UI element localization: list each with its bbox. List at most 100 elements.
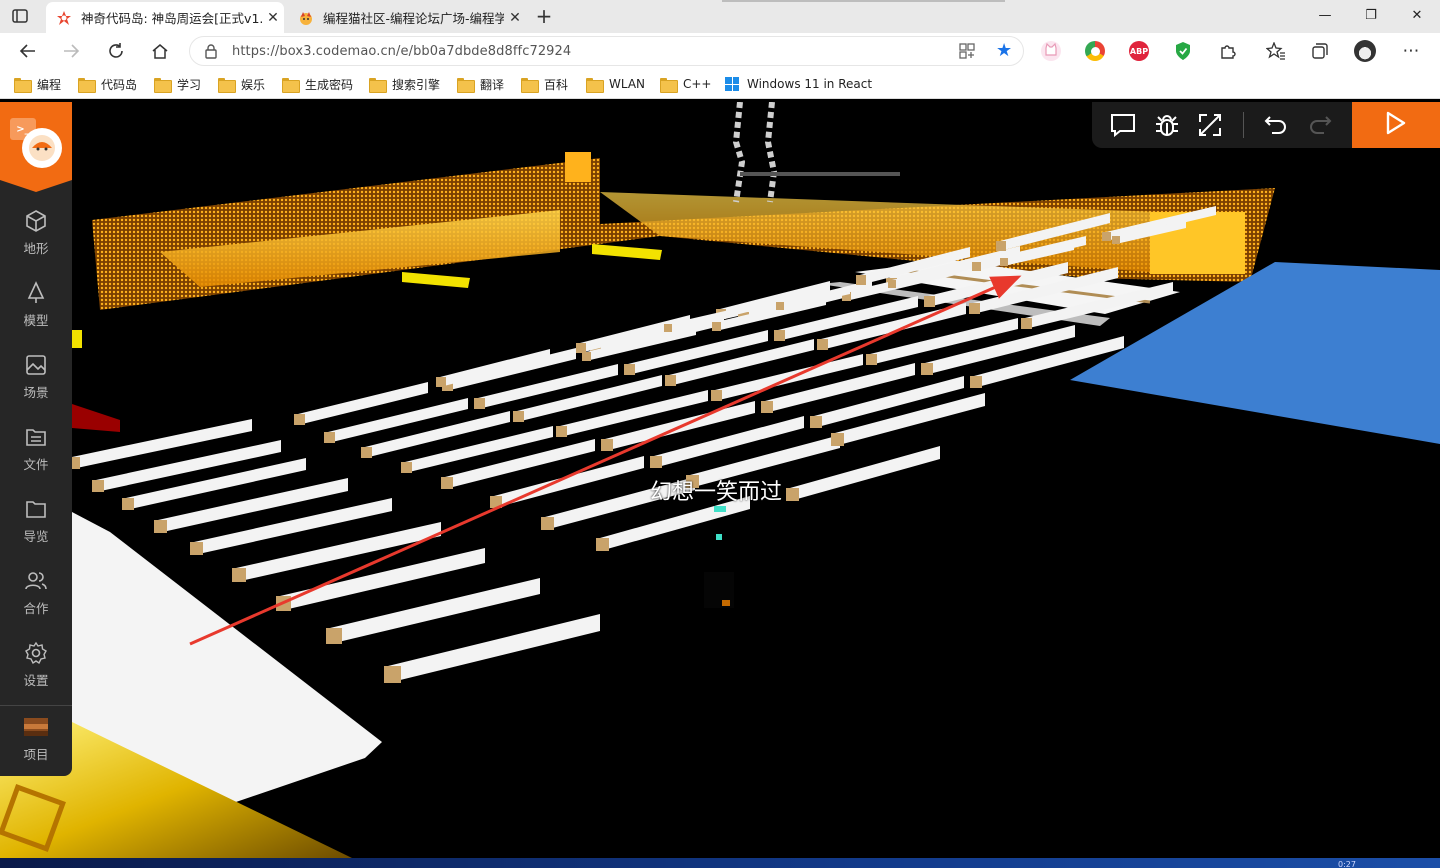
- more-menu-icon[interactable]: ⋯: [1397, 37, 1425, 65]
- sidebar-item-label: 项目: [23, 746, 49, 762]
- hurdle-post: [970, 376, 982, 388]
- hurdle-post: [776, 302, 784, 310]
- hurdle-post: [924, 296, 935, 307]
- sidebar-item-collaborate[interactable]: 合作: [0, 556, 72, 628]
- hurdle-post: [326, 628, 342, 644]
- folder-icon: [78, 77, 96, 93]
- bookmark-label: 翻译: [480, 77, 505, 92]
- bookmark-folder-encyclopedia[interactable]: 百科: [521, 75, 568, 93]
- hurdle-post: [556, 426, 567, 437]
- codemao-mascot-icon: [22, 128, 62, 168]
- browser-toolbar: https://box3.codemao.cn/e/bb0a7dbde8d8ff…: [0, 33, 1440, 69]
- sidebar-item-files[interactable]: 文件: [0, 412, 72, 484]
- sidebar-item-project[interactable]: 项目: [0, 702, 72, 774]
- hurdle-post: [972, 262, 981, 271]
- tab-close-icon[interactable]: ✕: [262, 7, 284, 29]
- editor-toolbar: [1092, 102, 1352, 148]
- tab-actions-icon[interactable]: [10, 7, 30, 25]
- tower-rail: [740, 172, 900, 176]
- bookmark-folder-search-engines[interactable]: 搜索引擎: [369, 75, 440, 93]
- chat-icon[interactable]: [1109, 111, 1137, 139]
- sidebar-item-settings[interactable]: 设置: [0, 628, 72, 700]
- restore-button[interactable]: ❐: [1348, 0, 1394, 30]
- bookmark-folder-translate[interactable]: 翻译: [457, 75, 504, 93]
- url-text[interactable]: https://box3.codemao.cn/e/bb0a7dbde8d8ff…: [232, 44, 571, 59]
- address-bar[interactable]: https://box3.codemao.cn/e/bb0a7dbde8d8ff…: [189, 36, 1024, 66]
- hurdle-post: [384, 666, 401, 683]
- new-tab-button[interactable]: +: [533, 4, 555, 28]
- folder-icon: [369, 77, 387, 93]
- back-button[interactable]: [14, 37, 42, 65]
- lock-icon[interactable]: [204, 43, 218, 63]
- bookmark-folder-password-generator[interactable]: 生成密码: [282, 75, 353, 93]
- cat-extension-icon[interactable]: [1041, 41, 1061, 61]
- folder-icon: [14, 77, 32, 93]
- game-viewport[interactable]: 幻想一笑而过: [0, 102, 1440, 858]
- minimize-button[interactable]: —: [1302, 0, 1348, 30]
- hurdle-post: [1102, 232, 1111, 241]
- sidebar-item-scene[interactable]: 场景: [0, 340, 72, 412]
- screenshot: 神奇代码岛: 神岛周运会[正式v1.0 ✕ 编程猫社区-编程论坛广场-编程学 ✕…: [0, 0, 1440, 868]
- folder-icon: [154, 77, 172, 93]
- hurdle-post: [576, 343, 586, 353]
- hurdle-post: [711, 390, 722, 401]
- redo-icon[interactable]: [1306, 111, 1334, 139]
- hurdle-post: [624, 364, 635, 375]
- bookmark-folder-codeisland[interactable]: 代码岛: [78, 75, 137, 93]
- favorites-list-icon[interactable]: [1262, 37, 1290, 65]
- collections-icon[interactable]: [1306, 37, 1334, 65]
- bookmark-folder-wlan[interactable]: WLAN: [586, 75, 645, 93]
- sidebar-item-terrain[interactable]: 地形: [0, 196, 72, 268]
- editor-logo[interactable]: >_: [0, 102, 72, 180]
- adblock-plus-extension-icon[interactable]: ABP: [1129, 41, 1149, 61]
- bookmark-label: C++: [683, 77, 712, 91]
- hurdle-post: [888, 280, 896, 288]
- tab-codemao-island[interactable]: 神奇代码岛: 神岛周运会[正式v1.0 ✕: [46, 2, 284, 33]
- hurdle-post: [831, 433, 844, 446]
- chrome-circle-extension-icon[interactable]: [1085, 41, 1105, 61]
- tab-close-icon[interactable]: ✕: [504, 7, 526, 29]
- refresh-button[interactable]: [102, 37, 130, 65]
- folder-icon: [23, 496, 49, 522]
- fullscreen-icon[interactable]: [1196, 111, 1224, 139]
- bookmark-folder-cpp[interactable]: C++: [660, 75, 712, 93]
- sidebar-item-model[interactable]: 模型: [0, 268, 72, 340]
- play-button[interactable]: [1352, 102, 1440, 148]
- bookmark-label: WLAN: [609, 77, 646, 91]
- home-button[interactable]: [146, 37, 174, 65]
- hurdle-post: [541, 517, 554, 530]
- hurdle-post: [810, 416, 822, 428]
- hurdle-post: [190, 542, 203, 555]
- sidebar-item-guide[interactable]: 导览: [0, 484, 72, 556]
- bug-icon[interactable]: [1153, 111, 1181, 139]
- app-available-icon[interactable]: [958, 42, 976, 64]
- favorite-star-icon[interactable]: ★: [996, 40, 1012, 61]
- shield-extension-icon[interactable]: [1173, 41, 1193, 61]
- undo-icon[interactable]: [1262, 111, 1290, 139]
- tab-codemao-community[interactable]: 编程猫社区-编程论坛广场-编程学 ✕: [288, 2, 526, 33]
- bookmark-windows11-react[interactable]: Windows 11 in React: [725, 75, 872, 93]
- tab-title: 编程猫社区-编程论坛广场-编程学: [323, 11, 504, 26]
- profile-avatar[interactable]: [1351, 37, 1379, 65]
- hurdle-post: [474, 398, 485, 409]
- bookmark-folder-study[interactable]: 学习: [154, 75, 201, 93]
- yellow-bar-3: [72, 330, 82, 348]
- bookmark-label: 娱乐: [241, 77, 266, 92]
- bookmark-folder-programming[interactable]: 编程: [14, 75, 61, 93]
- bookmark-label: 编程: [37, 77, 62, 92]
- bookmark-folder-entertainment[interactable]: 娱乐: [218, 75, 265, 93]
- hurdle-post: [441, 477, 453, 489]
- hurdle-post: [92, 480, 104, 492]
- taskbar-clock: 0:27: [1338, 860, 1356, 868]
- tree-icon: [23, 280, 49, 306]
- sidebar-item-label: 地形: [23, 240, 49, 256]
- hurdle-post: [664, 324, 672, 332]
- logo-dropdown-tail: [0, 180, 72, 192]
- extensions-puzzle-icon[interactable]: [1214, 37, 1242, 65]
- hurdle-post: [436, 377, 446, 387]
- hurdle-post: [774, 330, 785, 341]
- hurdle-post: [1112, 236, 1120, 244]
- close-window-button[interactable]: ✕: [1394, 0, 1440, 30]
- yellow-bar-2: [592, 244, 662, 260]
- forward-button[interactable]: [57, 37, 85, 65]
